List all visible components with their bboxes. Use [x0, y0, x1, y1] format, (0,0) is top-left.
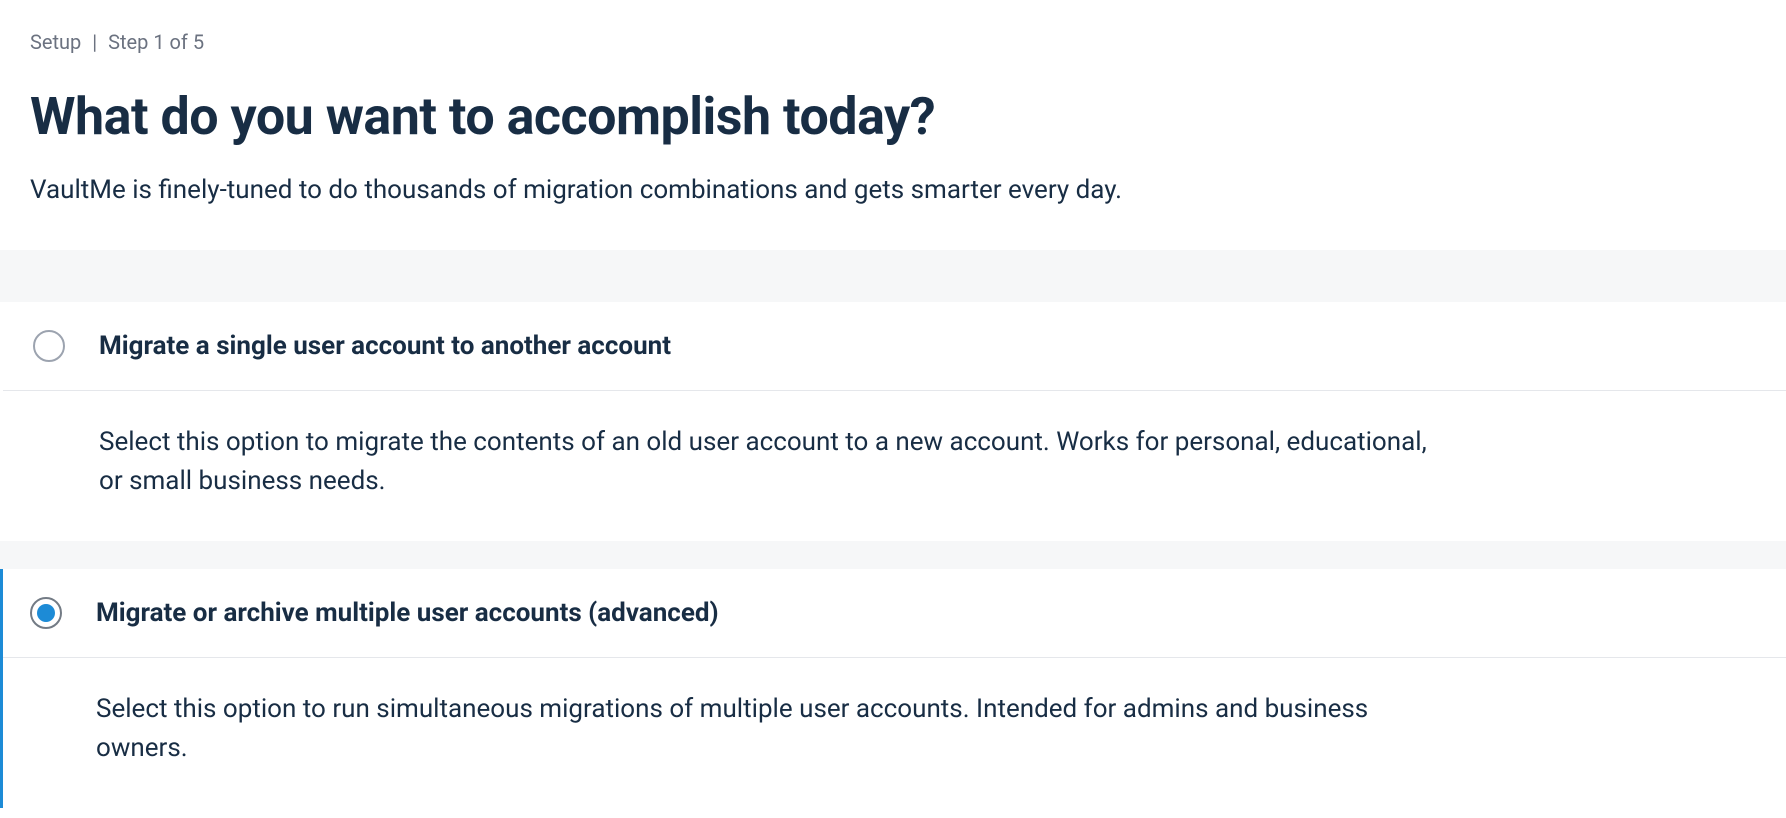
spacer-band [0, 250, 1786, 302]
option-body: Select this option to run simultaneous m… [3, 658, 1786, 808]
breadcrumb: Setup | Step 1 of 5 [30, 30, 1756, 54]
option-header[interactable]: Migrate a single user account to another… [3, 302, 1786, 390]
radio-button[interactable] [33, 330, 65, 362]
option-description: Select this option to migrate the conten… [99, 423, 1439, 501]
option-single-account[interactable]: Migrate a single user account to another… [0, 302, 1786, 541]
breadcrumb-step: Step 1 of 5 [108, 30, 204, 54]
option-header[interactable]: Migrate or archive multiple user account… [3, 569, 1786, 657]
header-section: Setup | Step 1 of 5 What do you want to … [0, 0, 1786, 250]
breadcrumb-section: Setup [30, 30, 81, 54]
option-title: Migrate a single user account to another… [99, 331, 671, 361]
option-description: Select this option to run simultaneous m… [96, 690, 1436, 768]
radio-inner-icon [37, 604, 55, 622]
page-subtitle: VaultMe is finely-tuned to do thousands … [30, 171, 1756, 210]
option-body: Select this option to migrate the conten… [3, 391, 1786, 541]
breadcrumb-separator: | [92, 30, 97, 54]
option-title: Migrate or archive multiple user account… [96, 598, 719, 628]
radio-button[interactable] [30, 597, 62, 629]
gap-band [0, 541, 1786, 569]
page-title: What do you want to accomplish today? [30, 86, 1756, 147]
option-multiple-accounts[interactable]: Migrate or archive multiple user account… [0, 569, 1786, 808]
